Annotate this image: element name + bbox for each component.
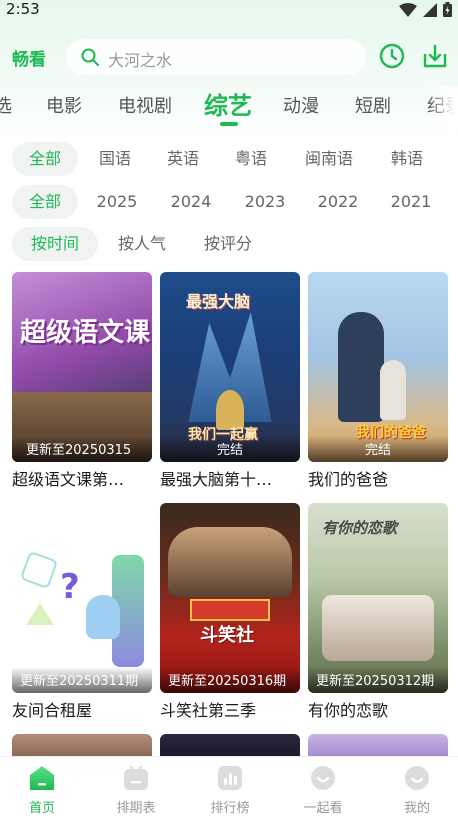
ranking-icon	[218, 766, 242, 790]
clock-icon[interactable]	[378, 42, 406, 70]
tab-category-movies[interactable]: 电影	[46, 92, 82, 118]
poster-title-art: 超级语文课	[20, 318, 151, 348]
search-placeholder: 大河之水	[108, 51, 173, 70]
filter-sort: 按时间 按人气 按评分	[0, 227, 458, 263]
nav-home[interactable]: 首页	[2, 765, 82, 816]
poster-image-partial[interactable]	[12, 734, 152, 756]
bottom-nav: 首页 排期表 排行榜 一起看 我的	[0, 756, 458, 820]
app-brand[interactable]: 畅看	[12, 45, 46, 70]
filter-language-all[interactable]: 全部	[12, 142, 78, 176]
nav-profile-label: 我的	[403, 801, 430, 816]
nav-profile[interactable]: 我的	[377, 765, 457, 816]
poster-title-art: 最强大脑	[186, 292, 251, 311]
poster-title-art: 有你的恋歌	[322, 519, 398, 537]
filter-language: 全部 国语 英语 粤语 闽南语 韩语	[0, 142, 458, 178]
filter-year-2022[interactable]: 2022	[313, 185, 363, 219]
status-bar: 2:53	[0, 0, 458, 20]
filter-year-2021[interactable]: 2021	[386, 185, 436, 219]
profile-icon	[405, 766, 429, 790]
poster-image-partial[interactable]	[160, 734, 300, 756]
nav-schedule-label: 排期表	[116, 801, 156, 816]
update-badge: 更新至20250315	[12, 436, 152, 462]
nav-schedule[interactable]: 排期表	[96, 765, 176, 816]
status-time: 2:53	[6, 0, 40, 18]
poster-title-art: 斗笑社	[200, 625, 254, 646]
watch-together-icon	[311, 766, 335, 790]
nav-home-label: 首页	[28, 801, 55, 816]
poster-image[interactable]: ? 更新至20250311期	[12, 503, 152, 693]
card-title[interactable]: 斗笑社第三季	[160, 697, 300, 721]
sort-by-popularity[interactable]: 按人气	[112, 227, 172, 261]
filter-language-english[interactable]: 英语	[160, 142, 206, 176]
battery-icon	[443, 2, 452, 21]
filter-language-cantonese[interactable]: 粤语	[228, 142, 274, 176]
nav-watch-together[interactable]: 一起看	[283, 765, 363, 816]
status-icons	[399, 2, 452, 21]
nav-ranking-label: 排行榜	[210, 801, 250, 816]
filter-language-mandarin[interactable]: 国语	[92, 142, 138, 176]
filter-year-2023[interactable]: 2023	[240, 185, 290, 219]
filter-year-all[interactable]: 全部	[12, 185, 78, 219]
tab-category-0[interactable]: 选	[0, 92, 12, 118]
search-bar[interactable]: 大河之水	[66, 39, 366, 75]
filter-year: 全部 2025 2024 2023 2022 2021	[0, 185, 458, 221]
poster-image-partial[interactable]	[308, 734, 448, 756]
poster-image[interactable]: 我们的爸爸 完结	[308, 272, 448, 462]
active-tab-indicator	[220, 122, 238, 126]
poster-stage-sign	[190, 599, 270, 621]
download-icon[interactable]	[421, 42, 449, 70]
poster-image[interactable]: 斗笑社 更新至20250316期	[160, 503, 300, 693]
status-badge: 完结	[160, 436, 300, 462]
home-icon	[30, 766, 54, 790]
category-tabs: 选 电影 电视剧 综艺 动漫 短剧 纪录	[0, 86, 458, 130]
update-badge: 更新至20250316期	[160, 667, 300, 693]
tab-category-short[interactable]: 短剧	[355, 92, 391, 118]
card-title[interactable]: 友间合租屋	[12, 697, 152, 721]
app-header: 畅看 大河之水	[0, 36, 458, 78]
poster-image[interactable]: 有你的恋歌 更新至20250312期	[308, 503, 448, 693]
sort-by-time[interactable]: 按时间	[12, 227, 98, 261]
poster-group	[322, 595, 434, 661]
decor-shape	[26, 603, 54, 625]
filter-year-2024[interactable]: 2024	[166, 185, 216, 219]
nav-ranking[interactable]: 排行榜	[190, 765, 270, 816]
tab-category-anime[interactable]: 动漫	[283, 92, 319, 118]
poster-image[interactable]: 最强大脑 我们一起赢 完结	[160, 272, 300, 462]
signal-icon	[423, 2, 437, 21]
schedule-icon	[124, 766, 148, 790]
nav-watch-together-label: 一起看	[303, 801, 343, 816]
update-badge: 更新至20250311期	[12, 667, 152, 693]
filter-language-korean[interactable]: 韩语	[384, 142, 430, 176]
decor-shape	[19, 550, 59, 590]
poster-person-figure	[86, 595, 120, 639]
question-mark-icon: ?	[60, 567, 80, 607]
card-title[interactable]: 我们的爸爸	[308, 466, 448, 490]
card-title[interactable]: 有你的恋歌	[308, 697, 448, 721]
tab-category-tv[interactable]: 电视剧	[118, 92, 172, 118]
poster-father-figure	[338, 312, 384, 422]
card-title[interactable]: 超级语文课第…	[12, 466, 152, 490]
tabs-fade	[428, 86, 458, 130]
card-title[interactable]: 最强大脑第十…	[160, 466, 300, 490]
tab-category-variety[interactable]: 综艺	[204, 86, 252, 121]
sort-by-rating[interactable]: 按评分	[198, 227, 258, 261]
filter-language-minnan[interactable]: 闽南语	[296, 142, 362, 176]
status-badge: 完结	[308, 436, 448, 462]
poster-image[interactable]: 超级语文课 更新至20250315	[12, 272, 152, 462]
poster-crowd	[168, 527, 292, 597]
wifi-icon	[399, 2, 417, 21]
filter-year-2025[interactable]: 2025	[92, 185, 142, 219]
update-badge: 更新至20250312期	[308, 667, 448, 693]
search-icon	[81, 48, 99, 66]
poster-child-figure	[380, 360, 406, 420]
